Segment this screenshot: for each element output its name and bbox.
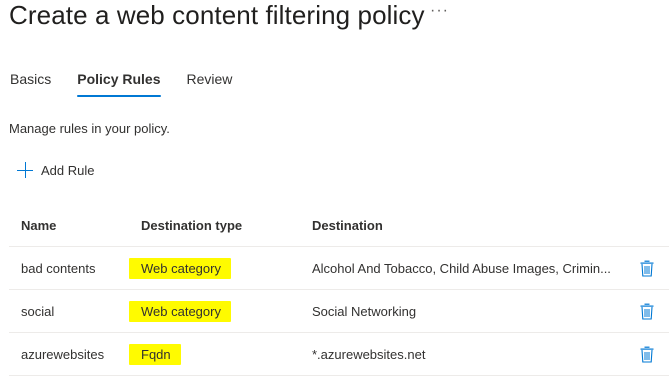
delete-rule-button[interactable] — [638, 247, 656, 289]
destination-value: Alcohol And Tobacco, Child Abuse Images,… — [312, 260, 611, 276]
tab-bar: Basics Policy Rules Review — [10, 71, 258, 99]
table-row[interactable]: bad contents Web category Alcohol And To… — [9, 247, 669, 290]
rule-name: social — [21, 303, 55, 319]
column-header-name[interactable]: Name — [21, 204, 56, 246]
tab-policy-rules[interactable]: Policy Rules — [77, 71, 161, 99]
trash-icon — [640, 346, 654, 363]
rule-name: azurewebsites — [21, 346, 105, 362]
plus-icon — [17, 162, 33, 178]
column-header-destination[interactable]: Destination — [312, 204, 612, 246]
add-rule-label: Add Rule — [41, 162, 95, 178]
tab-review[interactable]: Review — [187, 71, 233, 99]
table-row[interactable]: azurewebsites Fqdn *.azurewebsites.net — [9, 333, 669, 376]
destination-cell: *.azurewebsites.net — [312, 333, 612, 375]
more-options-button[interactable]: ··· — [430, 2, 449, 20]
destination-type-cell: Web category — [129, 247, 231, 289]
destination-type-value: Web category — [129, 257, 231, 279]
destination-type-cell: Web category — [129, 290, 231, 332]
page-title: Create a web content filtering policy — [9, 0, 425, 30]
destination-type-cell: Fqdn — [129, 333, 181, 375]
rule-name: bad contents — [21, 260, 96, 276]
destination-value: *.azurewebsites.net — [312, 346, 426, 362]
trash-icon — [640, 260, 654, 277]
rules-table: Name Destination type Destination bad co… — [9, 204, 669, 376]
destination-type-value: Fqdn — [129, 343, 181, 365]
column-header-destination-type[interactable]: Destination type — [141, 204, 242, 246]
tab-basics[interactable]: Basics — [10, 71, 51, 99]
destination-value: Social Networking — [312, 303, 417, 319]
destination-cell: Social Networking — [312, 290, 612, 332]
destination-cell: Alcohol And Tobacco, Child Abuse Images,… — [312, 247, 612, 289]
trash-icon — [640, 303, 654, 320]
add-rule-button[interactable]: Add Rule — [17, 160, 94, 180]
destination-type-value: Web category — [129, 300, 231, 322]
delete-rule-button[interactable] — [638, 290, 656, 332]
page-description: Manage rules in your policy. — [9, 121, 170, 136]
delete-rule-button[interactable] — [638, 333, 656, 375]
table-header-row: Name Destination type Destination — [9, 204, 669, 247]
table-row[interactable]: social Web category Social Networking — [9, 290, 669, 333]
